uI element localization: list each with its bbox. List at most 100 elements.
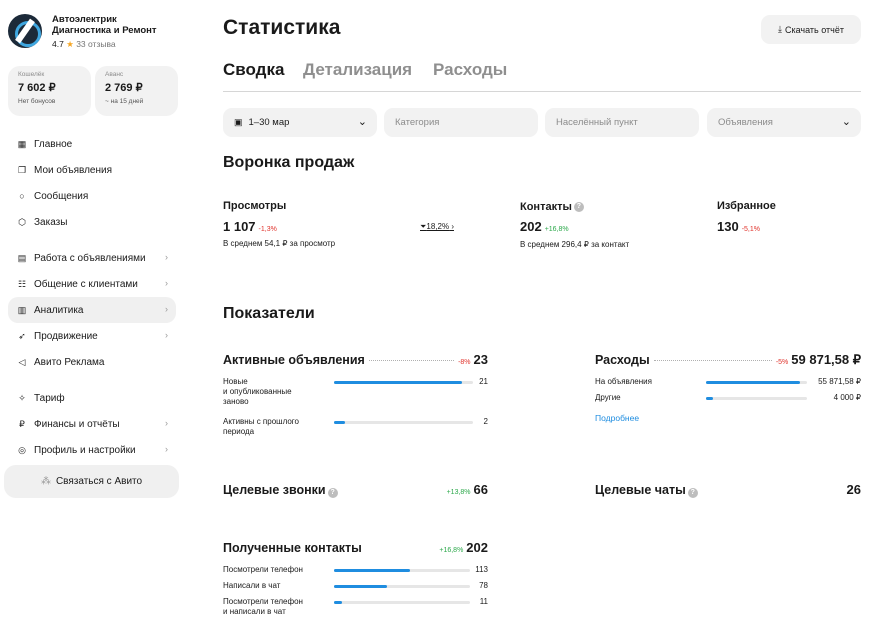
pages-icon: ❐ bbox=[17, 164, 27, 175]
row-label: Активны с прошлого периода bbox=[223, 417, 299, 436]
row-track bbox=[334, 601, 470, 604]
sidebar-item-label: Мои объявления bbox=[34, 164, 112, 176]
row-value: 55 871,58 ₽ bbox=[818, 377, 861, 386]
active-ads-header: Активные объявления -8% 23 bbox=[223, 352, 488, 367]
row-value: 11 bbox=[479, 597, 488, 606]
contact-avito-button[interactable]: ⁂ Связаться с Авито bbox=[4, 465, 179, 498]
chevron-down-icon: ⌄ bbox=[841, 116, 851, 128]
contacts-value: 202 bbox=[520, 219, 542, 234]
sidebar-item-label: Продвижение bbox=[34, 330, 98, 342]
rocket-icon: ➶ bbox=[18, 330, 26, 341]
contact-avito-label: Связаться с Авито bbox=[55, 476, 143, 487]
conversion-link[interactable]: ⏷18,2% › bbox=[420, 222, 454, 232]
row-track bbox=[334, 381, 473, 384]
received-contacts-header: Полученные контакты +16,8% 202 bbox=[223, 540, 488, 555]
target-calls-delta: +13,8% bbox=[446, 489, 471, 496]
ads-placeholder: Объявления bbox=[718, 117, 773, 128]
received-row-both: Посмотрели телефон и написали в чат 11 bbox=[223, 597, 488, 619]
expenses-row-ads: На объявления 55 871,58 ₽ bbox=[595, 377, 861, 389]
expenses-delta: -5% bbox=[775, 359, 789, 366]
profile-rating[interactable]: 4.7 ★ 33 отзыва bbox=[52, 39, 157, 50]
advance-card[interactable]: Аванс 2 769 ₽ ~ на 15 дней bbox=[95, 66, 178, 116]
sidebar-item-profile[interactable]: ◎ Профиль и настройки › bbox=[8, 437, 176, 463]
sidebar-item-label: Аналитика bbox=[34, 304, 84, 316]
sidebar-item-label: Общение с клиентами bbox=[34, 278, 138, 290]
tab-details[interactable]: Детализация bbox=[303, 60, 412, 80]
advance-label: Аванс bbox=[105, 71, 124, 78]
tab-summary[interactable]: Сводка bbox=[223, 60, 284, 80]
ads-select[interactable]: Объявления ⌄ bbox=[707, 108, 861, 137]
row-value: 2 bbox=[483, 417, 488, 426]
ruble-icon: ₽ bbox=[19, 418, 25, 429]
download-report-button[interactable]: ⤓ Скачать отчёт bbox=[761, 15, 861, 44]
sidebar-item-main[interactable]: ▦ Главное bbox=[8, 131, 176, 157]
chevron-down-icon: ⌄ bbox=[357, 116, 367, 128]
active-ads-row-prev: Активны с прошлого периода 2 bbox=[223, 417, 488, 441]
locality-input[interactable]: Населённый пункт bbox=[545, 108, 699, 137]
info-icon[interactable]: ? bbox=[327, 488, 338, 498]
sidebar-item-tariff[interactable]: ✧ Тариф bbox=[8, 385, 176, 411]
contacts-label: Контакты bbox=[520, 201, 572, 213]
row-value: 4 000 ₽ bbox=[833, 393, 861, 402]
profile-name-line2: Диагностика и Ремонт bbox=[52, 25, 157, 36]
contacts-delta: +16,8% bbox=[544, 226, 569, 233]
target-calls-header: Целевые звонки? +13,8% 66 bbox=[223, 482, 488, 498]
row-label: Написали в чат bbox=[223, 581, 281, 590]
info-icon[interactable]: ? bbox=[687, 488, 698, 498]
chevron-right-icon: › bbox=[165, 444, 168, 454]
tab-expenses[interactable]: Расходы bbox=[433, 60, 507, 80]
category-input[interactable]: Категория bbox=[384, 108, 538, 137]
sidebar-item-promotion[interactable]: ➶ Продвижение › bbox=[8, 323, 176, 349]
views-value-block: 1 107 -1,3% bbox=[223, 219, 277, 234]
contacts-sub: В среднем 296,4 ₽ за контакт bbox=[520, 240, 630, 249]
sidebar-item-messages[interactable]: ○ Сообщения bbox=[8, 183, 176, 209]
expenses-value: 59 871,58 ₽ bbox=[791, 352, 861, 367]
chevron-right-icon: › bbox=[165, 330, 168, 340]
avatar[interactable] bbox=[8, 14, 42, 48]
received-contacts-value: 202 bbox=[466, 540, 488, 555]
received-contacts-delta: +16,8% bbox=[439, 547, 464, 554]
wallet-sub: Нет бонусов bbox=[18, 98, 56, 105]
row-label: На объявления bbox=[595, 377, 652, 386]
wallet-label: Кошелёк bbox=[18, 71, 45, 78]
row-label: Посмотрели телефон bbox=[223, 565, 303, 574]
expenses-header: Расходы -5% 59 871,58 ₽ bbox=[595, 352, 861, 368]
sidebar-item-clients[interactable]: ☷ Общение с клиентами › bbox=[8, 271, 176, 297]
expenses-more-link[interactable]: Подробнее bbox=[595, 413, 639, 423]
row-track bbox=[706, 381, 807, 384]
sidebar-item-finance[interactable]: ₽ Финансы и отчёты › bbox=[8, 411, 176, 437]
profile-block[interactable]: Автоэлектрик Диагностика и Ремонт 4.7 ★ … bbox=[8, 14, 157, 50]
reviews-count[interactable]: 33 отзыва bbox=[76, 39, 115, 49]
active-ads-delta: -8% bbox=[458, 359, 471, 366]
sidebar-item-analytics[interactable]: ▥ Аналитика › bbox=[8, 297, 176, 323]
row-label: Посмотрели телефон и написали в чат bbox=[223, 597, 303, 616]
row-fill bbox=[706, 381, 800, 384]
period-select[interactable]: ▣ 1–30 мар ⌄ bbox=[223, 108, 377, 137]
sidebar-item-label: Сообщения bbox=[34, 190, 89, 202]
sidebar-item-ads-work[interactable]: ▤ Работа с объявлениями › bbox=[8, 245, 176, 271]
chevron-right-icon: › bbox=[165, 418, 168, 428]
sidebar-item-my-ads[interactable]: ❐ Мои объявления bbox=[8, 157, 176, 183]
expenses-label: Расходы bbox=[595, 353, 650, 367]
sidebar-item-avito-ads[interactable]: ◁ Авито Реклама bbox=[8, 349, 176, 375]
users-icon: ☷ bbox=[17, 278, 27, 289]
wallet-card[interactable]: Кошелёк 7 602 ₽ Нет бонусов bbox=[8, 66, 91, 116]
row-value: 113 bbox=[475, 565, 488, 574]
rating-value: 4.7 bbox=[52, 39, 64, 49]
row-value: 78 bbox=[479, 581, 488, 590]
row-fill bbox=[334, 585, 388, 588]
sidebar-item-orders[interactable]: ⬡ Заказы bbox=[8, 209, 176, 235]
calendar-icon: ▣ bbox=[234, 117, 243, 127]
sidebar-item-label: Профиль и настройки bbox=[34, 444, 136, 456]
active-ads-value: 23 bbox=[473, 352, 488, 367]
sidebar-item-label: Тариф bbox=[34, 392, 65, 404]
locality-placeholder: Населённый пункт bbox=[556, 117, 638, 128]
target-chats-header: Целевые чаты? 26 bbox=[595, 482, 861, 498]
row-fill bbox=[334, 569, 411, 572]
profile-name-line1: Автоэлектрик bbox=[52, 14, 117, 25]
info-icon[interactable]: ? bbox=[573, 202, 584, 213]
target-chats-label: Целевые чаты bbox=[595, 483, 686, 497]
contacts-value-block: 202 +16,8% bbox=[520, 219, 569, 234]
target-chats-value: 26 bbox=[846, 482, 861, 497]
download-icon: ⤓ bbox=[778, 24, 782, 34]
